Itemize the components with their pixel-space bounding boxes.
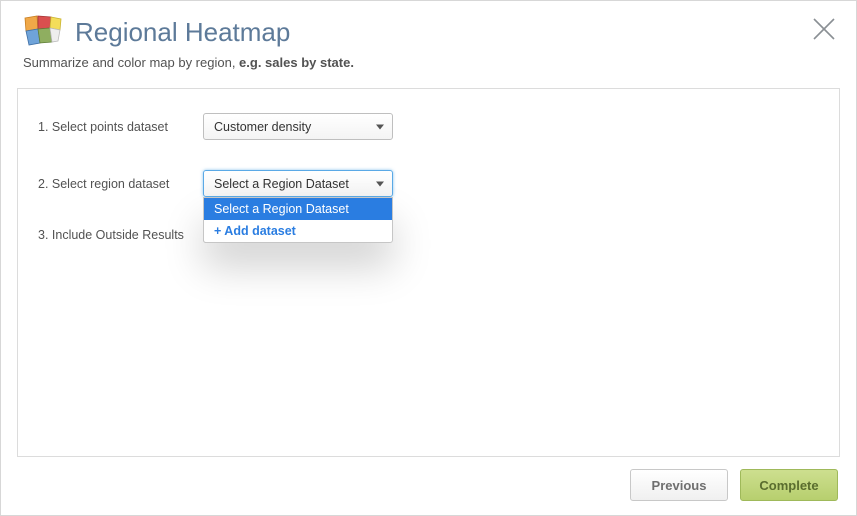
dialog-footer: Previous Complete [1,457,856,515]
include-outside-row: 3. Include Outside Results [38,227,819,243]
points-dataset-label: 1. Select points dataset [38,120,203,134]
region-dataset-dropdown: Select a Region Dataset + Add dataset [203,197,393,243]
regional-map-icon [23,15,63,49]
dialog-body: 1. Select points dataset Customer densit… [17,88,840,457]
dropdown-option-placeholder[interactable]: Select a Region Dataset [204,198,392,220]
close-button[interactable] [810,15,838,43]
dialog-header: Regional Heatmap Summarize and color map… [1,1,856,80]
regional-heatmap-dialog: Regional Heatmap Summarize and color map… [0,0,857,516]
region-dataset-label: 2. Select region dataset [38,177,203,191]
points-dataset-select[interactable]: Customer density [203,113,393,140]
region-dataset-select[interactable]: Select a Region Dataset [203,170,393,197]
dialog-title: Regional Heatmap [75,17,290,48]
close-icon [810,15,838,43]
include-outside-label: 3. Include Outside Results [38,228,203,242]
region-dataset-value: Select a Region Dataset [214,177,349,191]
region-dataset-row: 2. Select region dataset Select a Region… [38,170,819,197]
chevron-down-icon [376,124,384,129]
previous-button[interactable]: Previous [630,469,728,501]
points-dataset-value: Customer density [214,120,311,134]
dialog-subtitle: Summarize and color map by region, e.g. … [23,55,834,70]
subtitle-example: e.g. sales by state. [239,55,354,70]
dropdown-option-add-dataset[interactable]: + Add dataset [204,220,392,242]
subtitle-text: Summarize and color map by region, [23,55,239,70]
points-dataset-row: 1. Select points dataset Customer densit… [38,113,819,140]
complete-button[interactable]: Complete [740,469,838,501]
chevron-down-icon [376,181,384,186]
